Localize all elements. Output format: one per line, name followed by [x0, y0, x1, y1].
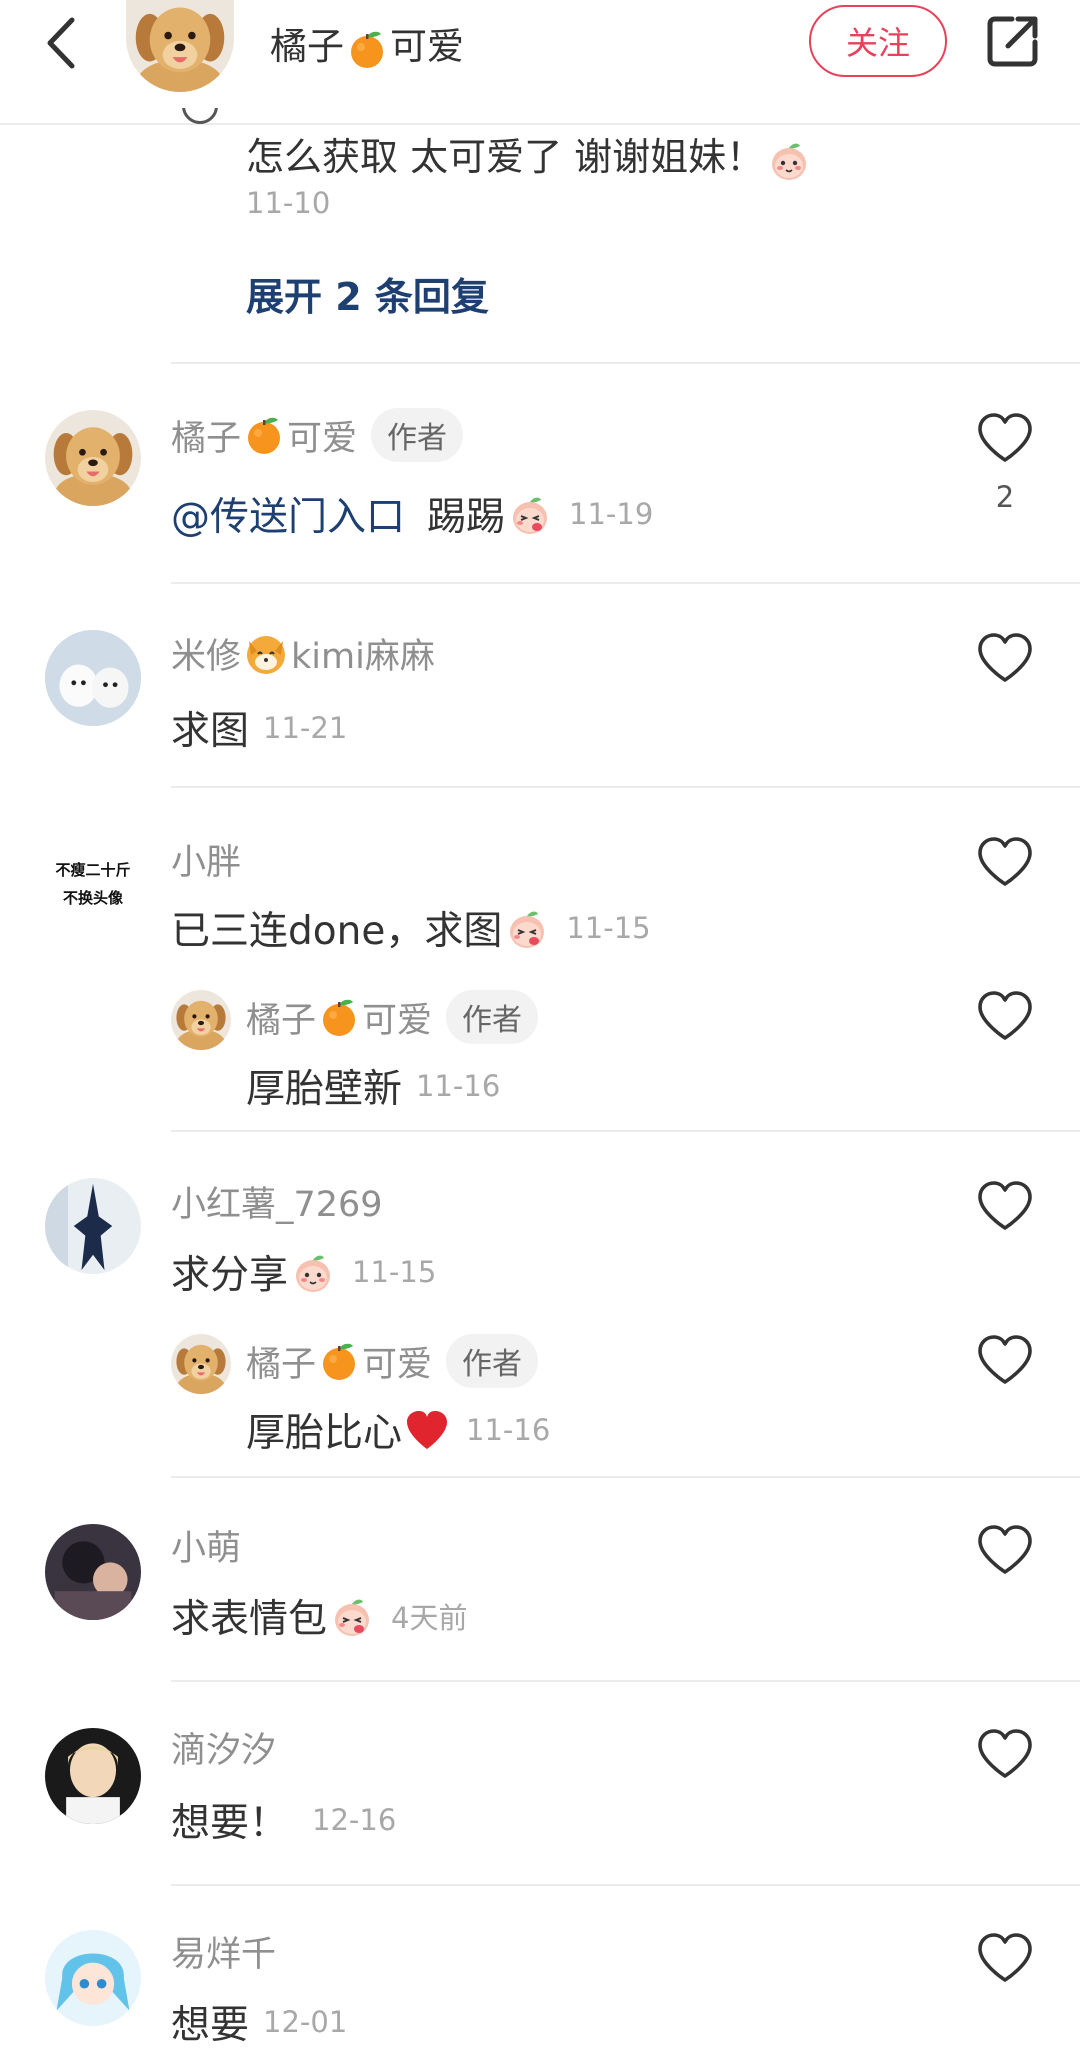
divider [171, 1476, 1080, 1478]
reply-username[interactable]: 橘子 可爱 作者 [246, 1334, 539, 1388]
divider [171, 362, 1080, 364]
shy-peach-emoji [329, 1593, 375, 1639]
avatar-text-line2: 不换头像 [62, 889, 123, 907]
avatar[interactable] [45, 630, 141, 726]
divider [171, 582, 1080, 584]
red-heart-emoji [404, 1407, 450, 1453]
comment-date: 12-16 [312, 1803, 397, 1837]
reply-username[interactable]: 橘子 可爱 作者 [246, 990, 539, 1044]
comment-username[interactable]: 橘子 可爱 作者 [171, 408, 464, 462]
author-name[interactable]: 橘子 可爱 [270, 16, 464, 70]
like-heart-icon[interactable] [976, 1334, 1034, 1386]
orange-emoji [318, 1340, 360, 1382]
back-arrow-icon[interactable] [38, 14, 88, 72]
peach-emoji [766, 137, 812, 183]
like-heart-icon[interactable] [976, 836, 1034, 888]
expand-replies-link[interactable]: 展开 2 条回复 [246, 266, 489, 321]
shy-peach-emoji [504, 905, 550, 951]
dog-emoji [243, 631, 289, 677]
reply-date: 11-10 [246, 186, 331, 220]
comment-text[interactable]: 求图 11-21 [171, 700, 347, 756]
divider [171, 786, 1080, 788]
comment-text[interactable]: 想要！ 12-16 [171, 1792, 396, 1848]
comment-date: 12-01 [263, 2005, 348, 2039]
orange-emoji [346, 28, 388, 70]
comment-date: 11-19 [569, 497, 654, 531]
like-heart-icon[interactable] [976, 990, 1034, 1042]
reply-date: 11-16 [416, 1069, 501, 1103]
like-heart-icon[interactable] [976, 1728, 1034, 1780]
comment-text[interactable]: @传送门入口 踢踢 11-19 [171, 486, 653, 542]
divider [171, 1130, 1080, 1132]
author-name-prefix: 橘子 [270, 25, 344, 68]
like-heart-icon[interactable] [976, 632, 1034, 684]
divider [171, 1680, 1080, 1682]
author-tag: 作者 [446, 1334, 539, 1388]
avatar[interactable]: 不瘦二十斤 不换头像 [45, 838, 141, 934]
shy-peach-emoji [507, 491, 553, 537]
reply-avatar[interactable] [171, 1334, 231, 1394]
avatar[interactable] [45, 1930, 141, 2026]
divider [171, 1884, 1080, 1886]
avatar[interactable] [45, 1178, 141, 1274]
author-avatar[interactable] [126, 0, 234, 92]
mention-link[interactable]: @传送门入口 [171, 486, 405, 542]
comment-date: 11-15 [566, 911, 651, 945]
reply-text: 怎么获取 太可爱了 谢谢姐妹！ [246, 126, 814, 183]
peach-emoji [290, 1249, 336, 1295]
avatar[interactable] [45, 1524, 141, 1620]
comment-username[interactable]: 滴汐汐 [171, 1722, 276, 1773]
comment-text[interactable]: 求表情包 4天前 [171, 1588, 467, 1644]
comment-date: 11-21 [263, 711, 348, 745]
comment-username[interactable]: 易烊千 [171, 1926, 276, 1977]
comment-text[interactable]: 求分享 11-15 [171, 1244, 436, 1300]
top-nav-bar: 橘子 可爱 关注 [0, 0, 1080, 125]
follow-button[interactable]: 关注 [809, 5, 947, 77]
reply-date: 11-16 [466, 1413, 551, 1447]
like-count: 2 [995, 480, 1015, 514]
comment-username[interactable]: 小红薯_7269 [171, 1176, 383, 1227]
reply-text[interactable]: 厚胎壁新 11-16 [246, 1058, 500, 1114]
comment-date: 11-15 [352, 1255, 437, 1289]
author-name-suffix: 可爱 [390, 25, 464, 68]
reply-avatar[interactable] [171, 990, 231, 1050]
reply-avatar-partial [182, 108, 218, 126]
share-icon[interactable] [984, 12, 1042, 70]
author-tag: 作者 [371, 408, 464, 462]
like-heart-icon[interactable] [976, 1524, 1034, 1576]
like-heart-icon[interactable] [976, 1932, 1034, 1984]
avatar-text-line1: 不瘦二十斤 [55, 861, 131, 879]
orange-emoji [318, 996, 360, 1038]
orange-emoji [243, 414, 285, 456]
avatar[interactable] [45, 1728, 141, 1824]
comment-username[interactable]: 小胖 [171, 834, 241, 885]
like-heart-icon[interactable] [976, 412, 1034, 464]
comment-username[interactable]: 米修 kimi麻麻 [171, 628, 435, 679]
reply-text[interactable]: 厚胎比心 11-16 [246, 1402, 550, 1458]
comment-text[interactable]: 想要 12-01 [171, 1994, 347, 2050]
comment-text[interactable]: 已三连done，求图 11-15 [171, 900, 651, 956]
author-tag: 作者 [446, 990, 539, 1044]
comment-username[interactable]: 小萌 [171, 1520, 241, 1571]
avatar[interactable] [45, 410, 141, 506]
like-heart-icon[interactable] [976, 1180, 1034, 1232]
comment-date: 4天前 [391, 1601, 468, 1635]
